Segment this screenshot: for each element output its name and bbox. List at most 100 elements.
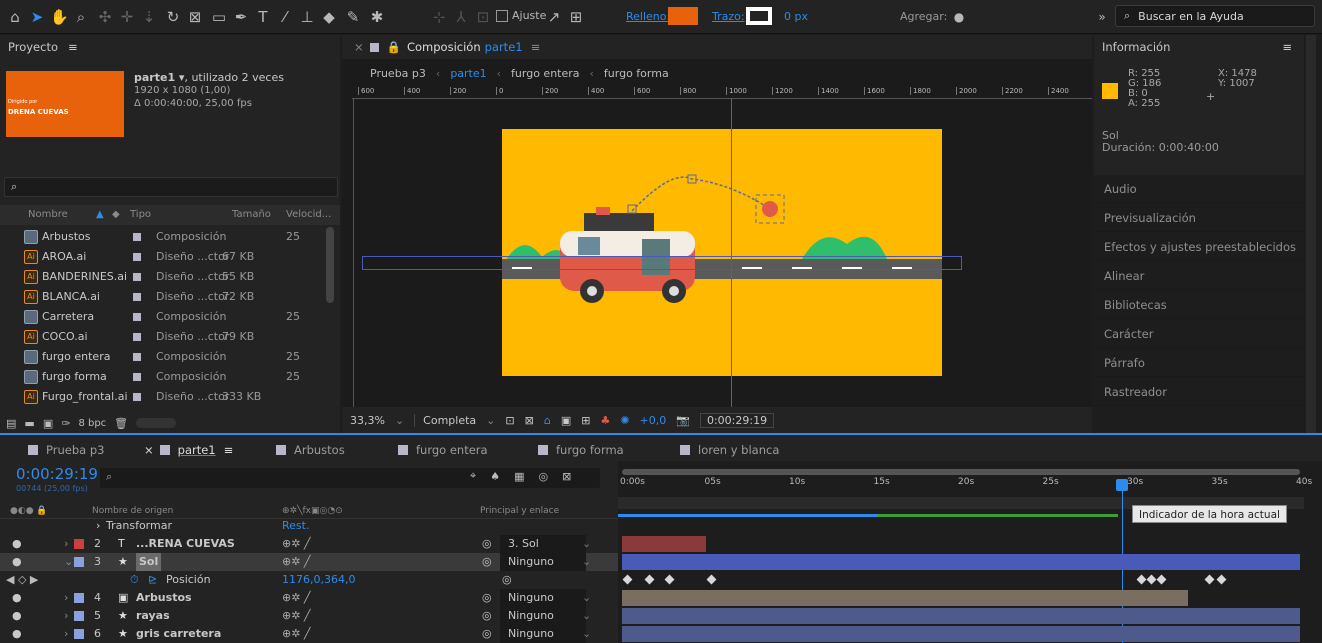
keyframe[interactable] <box>1204 574 1215 585</box>
eye-icon[interactable]: ● <box>12 625 22 643</box>
snap-options-icon[interactable]: ↗ <box>545 8 563 26</box>
project-item[interactable]: furgo forma Composición 25 <box>0 367 340 387</box>
draft-3d-icon[interactable]: ⌖ <box>470 469 476 483</box>
chevron-right-icon[interactable]: › <box>96 517 100 535</box>
project-item[interactable]: furgo entera Composición 25 <box>0 347 340 367</box>
close-icon[interactable]: × <box>354 35 364 59</box>
layer-bar[interactable] <box>622 536 706 552</box>
parent-select[interactable]: Ninguno <box>500 607 586 625</box>
label-color[interactable] <box>74 629 84 639</box>
graph-editor-icon[interactable]: ⊠ <box>562 470 571 483</box>
project-search-input[interactable]: ⌕ <box>4 177 338 197</box>
switch-icons[interactable]: ⊕✲ ╱ <box>282 607 311 625</box>
dolly-icon[interactable]: ⇣ <box>140 8 158 26</box>
stroke-label[interactable]: Trazo: <box>712 10 745 23</box>
parent-select[interactable]: Ninguno <box>500 553 586 571</box>
layer-bar[interactable] <box>622 554 1300 570</box>
snap-checkbox[interactable]: Ajuste <box>496 9 546 22</box>
exposure-value[interactable]: +0,0 <box>640 414 667 427</box>
clone-stamp-icon[interactable]: ⊥ <box>298 8 316 26</box>
stopwatch-icon[interactable]: ⏱ <box>130 571 139 589</box>
col-speed[interactable]: Velocid... <box>286 205 331 225</box>
fill-label[interactable]: Relleno: <box>626 10 670 23</box>
menu-icon[interactable]: ≡ <box>1282 35 1292 59</box>
chevron-down-icon[interactable]: ⌄ <box>582 625 591 643</box>
reset-link[interactable]: Rest. <box>282 517 309 535</box>
transparency-grid-icon[interactable]: ⊠ <box>525 414 534 427</box>
sort-up-icon[interactable]: ▲ <box>96 205 104 225</box>
zoom-level[interactable]: 33,3% <box>350 414 385 427</box>
position-property-row[interactable]: ◀ ◇ ▶ ⏱ ⊵ Posición 1176,0,364,0 ◎ <box>0 571 618 589</box>
tab-Prueba-p3[interactable]: Prueba p3 <box>28 440 104 460</box>
menu-icon[interactable]: ≡ <box>531 35 541 59</box>
switch-icons[interactable]: ⊕✲ ╱ <box>282 589 311 607</box>
switch-icons[interactable]: ⊕✲ ╱ <box>282 625 311 643</box>
comp-canvas[interactable] <box>502 129 942 376</box>
comp-timecode[interactable]: 0:00:29:19 <box>699 412 775 428</box>
layer-row[interactable]: ● ⌄ 3 ★ Sol ⊕✲ ╱ ◎ Ninguno ⌄ <box>0 553 618 571</box>
project-item[interactable]: Ai Furgo_frontal.ai Diseño ...ctor 333 KB <box>0 387 340 407</box>
eye-icon[interactable]: ● <box>12 607 22 625</box>
pan-behind-icon[interactable]: ✛ <box>118 8 136 26</box>
position-value[interactable]: 1176,0,364,0 <box>282 571 355 589</box>
parent-pick-icon[interactable]: ◎ <box>502 571 512 589</box>
thumbnail-slider[interactable] <box>136 418 177 428</box>
panel-previsualización[interactable]: Previsualización <box>1094 204 1304 232</box>
menu-icon[interactable]: ≡ <box>68 40 78 54</box>
brush-tool-icon[interactable]: ⁄ <box>276 8 294 26</box>
comp-name[interactable]: parte1 ▾ <box>134 71 184 84</box>
parent-select[interactable]: 3. Sol <box>500 535 586 553</box>
selection-tool-icon[interactable]: ➤ <box>28 8 46 26</box>
rotate-tool-icon[interactable]: ↻ <box>164 8 182 26</box>
chevron-down-icon[interactable]: ⌄ <box>582 607 591 625</box>
switch-icons[interactable]: ⊕✲ ╱ <box>282 553 311 571</box>
breadcrumb-item[interactable]: parte1 <box>450 67 486 80</box>
breadcrumb-item[interactable]: furgo forma <box>604 67 669 80</box>
keyframe-handle[interactable] <box>627 204 637 214</box>
parent-pick-icon[interactable]: ◎ <box>482 553 492 571</box>
layer-name[interactable]: Arbustos <box>136 589 192 607</box>
axis-world-icon[interactable]: ⅄ <box>452 8 470 26</box>
camera-orbit-icon[interactable]: ✣ <box>96 8 114 26</box>
chevron-down-icon[interactable]: ⌄ <box>582 589 591 607</box>
anchor-tool-icon[interactable]: ⊠ <box>186 8 204 26</box>
pen-icon[interactable]: ✑ <box>61 417 70 430</box>
panel-carácter[interactable]: Carácter <box>1094 320 1304 348</box>
axis-local-icon[interactable]: ⊹ <box>430 8 448 26</box>
snapshot-icon[interactable]: 📷 <box>676 414 690 427</box>
panel-bibliotecas[interactable]: Bibliotecas <box>1094 291 1304 319</box>
tab-furgo-forma[interactable]: furgo forma <box>538 440 624 460</box>
eye-icon[interactable]: ● <box>12 589 22 607</box>
label-color-swatch[interactable] <box>133 373 141 381</box>
parent-pick-icon[interactable]: ◎ <box>482 535 492 553</box>
label-color[interactable] <box>74 539 84 549</box>
comp-panel-name[interactable]: parte1 <box>485 35 523 59</box>
keyframe[interactable] <box>644 574 655 585</box>
chevron-down-icon[interactable]: ⌄ <box>395 414 404 427</box>
parent-select[interactable]: Ninguno <box>500 589 586 607</box>
pen-tool-icon[interactable]: ✒ <box>232 8 250 26</box>
keyframe[interactable] <box>1156 574 1167 585</box>
guides-icon[interactable]: ▣ <box>561 414 571 427</box>
label-color[interactable] <box>74 593 84 603</box>
project-item[interactable]: Ai COCO.ai Diseño ...ctor 79 KB <box>0 327 340 347</box>
channels-icon[interactable]: ⊞ <box>581 414 590 427</box>
help-search[interactable]: ⌕ Buscar en la Ayuda <box>1115 5 1315 27</box>
roto-brush-icon[interactable]: ✎ <box>344 8 362 26</box>
project-item[interactable]: Ai BANDERINES.ai Diseño ...ctor 55 KB <box>0 267 340 287</box>
chevron-down-icon[interactable]: ⌄ <box>582 535 591 553</box>
graph-icon[interactable]: ⊵ <box>148 571 157 589</box>
panel-alinear[interactable]: Alinear <box>1094 262 1304 290</box>
parent-pick-icon[interactable]: ◎ <box>482 589 492 607</box>
axis-view-icon[interactable]: ⊡ <box>474 8 492 26</box>
col-size[interactable]: Tamaño <box>232 205 271 225</box>
tab-parte1[interactable]: × parte1 ≡ <box>144 440 233 460</box>
panel-efectos[interactable]: Efectos y ajustes preestablecidos <box>1094 233 1304 261</box>
hand-tool-icon[interactable]: ✋ <box>50 8 69 26</box>
keyframe[interactable] <box>1136 574 1147 585</box>
menu-icon[interactable]: ≡ <box>224 443 234 457</box>
interpret-icon[interactable]: ▤ <box>6 417 16 430</box>
layer-row[interactable]: ● › 2 T ...RENA CUEVAS ⊕✲ ╱ ◎ 3. Sol ⌄ <box>0 535 618 553</box>
label-color-swatch[interactable] <box>133 233 141 241</box>
snap-grid-icon[interactable]: ⊞ <box>567 8 585 26</box>
